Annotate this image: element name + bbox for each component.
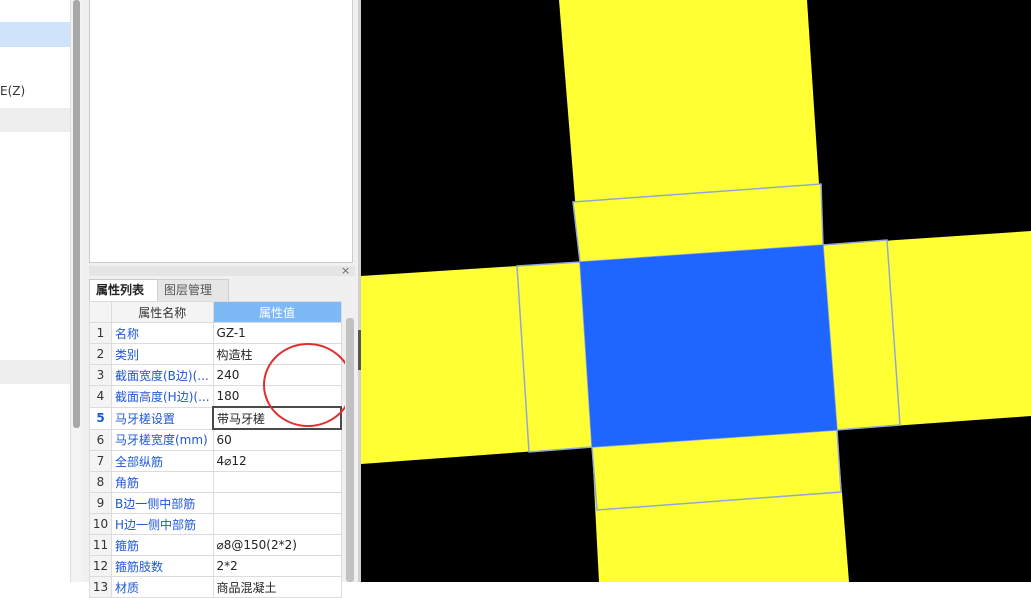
property-table: 属性名称 属性值 1 名称 GZ-1 2 类别 构造柱 3 截面宽度(B边)(... 240…	[89, 301, 343, 598]
property-name: 马牙槎宽度(mm)	[111, 428, 214, 451]
property-value[interactable]: GZ-1	[212, 322, 342, 344]
table-row-selected[interactable]: 5 马牙槎设置 带马牙槎	[89, 406, 343, 430]
property-value[interactable]: 60	[212, 428, 342, 451]
property-name: B边一侧中部筋	[111, 492, 214, 514]
table-row[interactable]: 12 箍筋肢数 2*2	[89, 555, 342, 577]
property-value[interactable]	[212, 513, 342, 535]
property-name: 箍筋肢数	[111, 555, 214, 577]
row-number: 12	[89, 555, 112, 577]
property-value[interactable]: ⌀8@150(2*2)	[212, 534, 342, 556]
canvas-drawing	[361, 0, 1031, 582]
row-number: 2	[89, 343, 112, 365]
tree-scrollbar-thumb[interactable]	[73, 0, 80, 428]
property-scrollbar-thumb[interactable]	[346, 318, 354, 582]
tree-group-row[interactable]	[0, 360, 70, 384]
row-number: 10	[89, 513, 112, 535]
property-name: H边一侧中部筋	[111, 513, 214, 535]
table-row[interactable]: 6 马牙槎宽度(mm) 60	[89, 428, 342, 451]
property-value-editor[interactable]: 带马牙槎	[212, 406, 343, 430]
property-value[interactable]: 180	[212, 385, 342, 408]
property-name: 角筋	[111, 471, 214, 493]
row-number: 11	[89, 534, 112, 556]
close-icon[interactable]: ×	[341, 264, 350, 277]
property-value[interactable]: 商品混凝土	[212, 576, 342, 598]
property-value[interactable]: 240	[212, 364, 342, 386]
tab-layer-management[interactable]: 图层管理	[157, 279, 229, 301]
tree-selected-item[interactable]	[0, 22, 70, 47]
property-name: 截面宽度(B边)(...	[111, 364, 214, 386]
row-number: 1	[89, 322, 112, 344]
tab-property-list[interactable]: 属性列表	[89, 279, 165, 301]
row-number: 5	[89, 406, 112, 430]
row-number: 7	[89, 450, 112, 472]
row-number: 9	[89, 492, 112, 514]
table-row[interactable]: 3 截面宽度(B边)(... 240	[89, 364, 342, 386]
table-row[interactable]: 4 截面高度(H边)(... 180	[89, 385, 342, 408]
table-row[interactable]: 7 全部纵筋 4⌀12	[89, 450, 342, 472]
property-name: 截面高度(H边)(...	[111, 385, 214, 408]
row-number: 6	[89, 428, 112, 451]
property-table-header: 属性名称 属性值	[89, 301, 342, 323]
property-name: 材质	[111, 576, 214, 598]
column-header-name[interactable]: 属性名称	[111, 301, 214, 323]
column-header-number	[89, 301, 112, 323]
structural-column	[580, 245, 837, 447]
column-header-value[interactable]: 属性值	[212, 301, 342, 323]
property-name: 类别	[111, 343, 214, 365]
component-list-area	[89, 0, 353, 263]
table-row[interactable]: 11 箍筋 ⌀8@150(2*2)	[89, 534, 342, 556]
table-row[interactable]: 1 名称 GZ-1	[89, 322, 342, 344]
property-value[interactable]: 构造柱	[212, 343, 342, 365]
property-name: 全部纵筋	[111, 450, 214, 472]
table-row[interactable]: 10 H边一侧中部筋	[89, 513, 342, 535]
property-name: 马牙槎设置	[111, 406, 214, 430]
property-name: 箍筋	[111, 534, 214, 556]
row-number: 8	[89, 471, 112, 493]
table-row[interactable]: 2 类别 构造柱	[89, 343, 342, 365]
properties-dock: × 属性列表 图层管理 属性名称 属性值 1 名称 GZ-1 2 类别 构造柱 3 截面宽…	[83, 0, 361, 598]
toothed-edge-west	[516, 261, 593, 453]
tree-group-row[interactable]	[0, 108, 70, 132]
row-number: 4	[89, 385, 112, 408]
row-number: 3	[89, 364, 112, 386]
property-value[interactable]: 4⌀12	[212, 450, 342, 472]
property-value[interactable]	[212, 471, 342, 493]
table-row[interactable]: 9 B边一侧中部筋	[89, 492, 342, 514]
tree-item-label[interactable]: E(Z)	[0, 84, 25, 98]
property-value[interactable]	[212, 492, 342, 514]
component-tree-panel: E(Z)	[0, 0, 83, 582]
row-number: 13	[89, 576, 112, 598]
property-value[interactable]: 2*2	[212, 555, 342, 577]
property-name: 名称	[111, 322, 214, 344]
table-row[interactable]: 8 角筋	[89, 471, 342, 493]
panel-splitter[interactable]	[89, 266, 355, 276]
drawing-canvas[interactable]	[361, 0, 1031, 582]
table-row[interactable]: 13 材质 商品混凝土	[89, 576, 342, 598]
